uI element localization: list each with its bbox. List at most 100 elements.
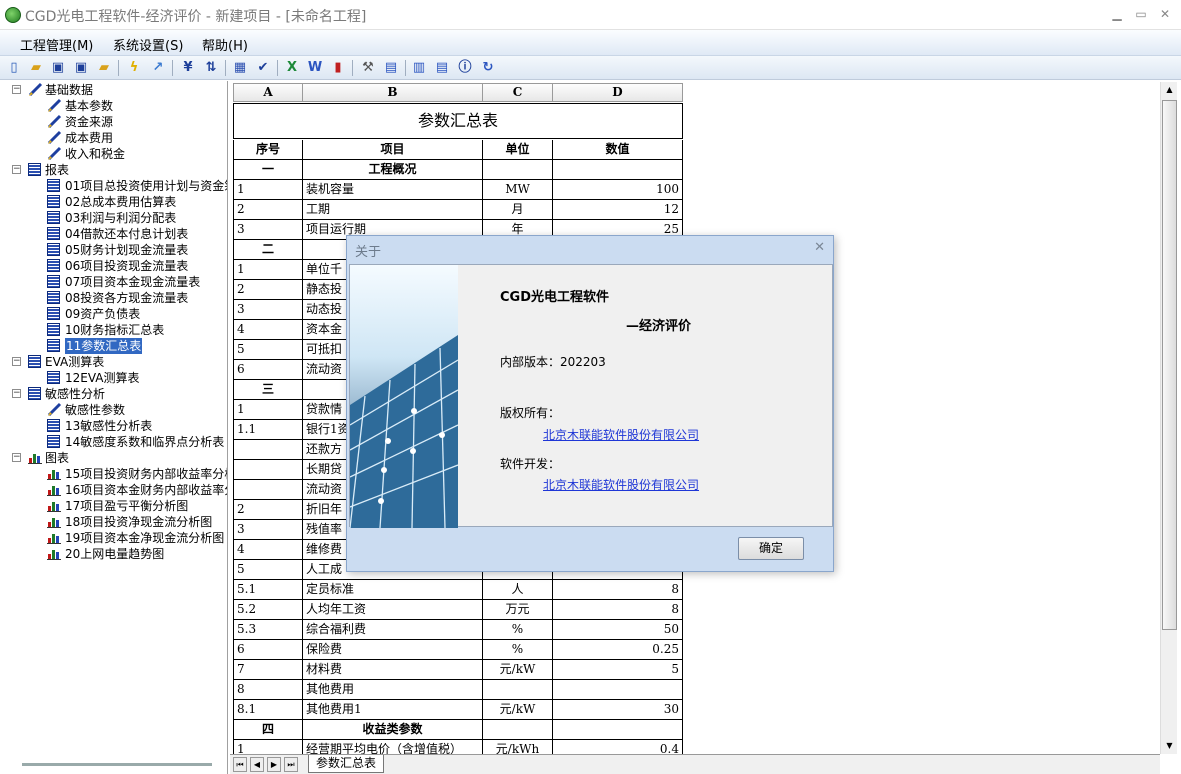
cell-index[interactable] — [233, 480, 303, 500]
vertical-scrollbar[interactable]: ▲ ▼ — [1160, 82, 1177, 754]
cell-unit[interactable]: % — [483, 640, 553, 660]
book-icon[interactable]: ▥ — [411, 60, 427, 76]
tree-item[interactable]: 13敏感性分析表 — [0, 418, 227, 434]
collapse-icon[interactable]: − — [12, 357, 21, 366]
save-icon[interactable]: ▣ — [50, 60, 66, 76]
tree-item[interactable]: 04借款还本付息计划表 — [0, 226, 227, 242]
cell-index[interactable]: 6 — [233, 640, 303, 660]
ok-button[interactable]: 确定 — [738, 537, 804, 560]
cell-index[interactable]: 2 — [233, 200, 303, 220]
excel-icon[interactable]: X — [284, 60, 300, 76]
copyright-link[interactable]: 北京木联能软件股份有限公司 — [543, 426, 699, 443]
developer-link[interactable]: 北京木联能软件股份有限公司 — [543, 476, 699, 493]
cell-index[interactable]: 5.2 — [233, 600, 303, 620]
cell-index[interactable]: 5.1 — [233, 580, 303, 600]
cell-item[interactable]: 其他费用 — [303, 680, 483, 700]
tree-scrollbar[interactable] — [22, 763, 212, 766]
cell-unit[interactable]: % — [483, 620, 553, 640]
scroll-up-icon[interactable]: ▲ — [1161, 82, 1178, 98]
menu-project[interactable]: 工程管理(M) — [20, 35, 93, 54]
cell-index[interactable]: 4 — [233, 320, 303, 340]
cell-item[interactable]: 工期 — [303, 200, 483, 220]
tree-item[interactable]: 20上网电量趋势图 — [0, 546, 227, 562]
cell-value[interactable]: 12 — [553, 200, 683, 220]
tree-group[interactable]: − 敏感性分析 — [0, 386, 227, 402]
folder-icon[interactable]: ▰ — [96, 60, 112, 76]
save-all-icon[interactable]: ▣ — [73, 60, 89, 76]
transfer-icon[interactable]: ⇅ — [203, 60, 219, 76]
tree-item[interactable]: 06项目投资现金流量表 — [0, 258, 227, 274]
new-file-icon[interactable]: ▯ — [6, 60, 22, 76]
word-icon[interactable]: W — [307, 60, 323, 76]
next-sheet-icon[interactable]: ▶ — [267, 757, 281, 772]
tree-item[interactable]: 02总成本费用估算表 — [0, 194, 227, 210]
tree-item[interactable]: 敏感性参数 — [0, 402, 227, 418]
cell-index[interactable]: 二 — [233, 240, 303, 260]
tree-item[interactable]: 16项目资本金财务内部收益率分 — [0, 482, 227, 498]
collapse-icon[interactable]: − — [12, 165, 21, 174]
dialog-close-icon[interactable]: ✕ — [814, 240, 825, 255]
cell-item[interactable]: 收益类参数 — [303, 720, 483, 740]
tree-group[interactable]: − EVA测算表 — [0, 354, 227, 370]
cell-index[interactable]: 6 — [233, 360, 303, 380]
trend-icon[interactable]: ↗ — [150, 60, 166, 76]
cell-index[interactable]: 5.3 — [233, 620, 303, 640]
cell-item[interactable]: 其他费用1 — [303, 700, 483, 720]
cell-item[interactable]: 材料费 — [303, 660, 483, 680]
column-header-c[interactable]: C — [482, 83, 553, 102]
calculate-icon[interactable]: ϟ — [126, 60, 142, 76]
cell-item[interactable]: 保险费 — [303, 640, 483, 660]
tree-item[interactable]: 成本费用 — [0, 130, 227, 146]
cell-value[interactable]: 5 — [553, 660, 683, 680]
cell-value[interactable]: 8 — [553, 580, 683, 600]
check-icon[interactable]: ✔ — [255, 60, 271, 76]
collapse-icon[interactable]: − — [12, 85, 21, 94]
scroll-down-icon[interactable]: ▼ — [1161, 738, 1178, 754]
cell-index[interactable]: 4 — [233, 540, 303, 560]
cell-index[interactable]: 1 — [233, 180, 303, 200]
cell-index[interactable]: 一 — [233, 160, 303, 180]
tree-item[interactable]: 18项目投资净现金流分析图 — [0, 514, 227, 530]
tree-group[interactable]: − 报表 — [0, 162, 227, 178]
tree-group[interactable]: − 基础数据 — [0, 82, 227, 98]
cell-item[interactable]: 人均年工资 — [303, 600, 483, 620]
refresh-icon[interactable]: ↻ — [480, 60, 496, 76]
column-header-b[interactable]: B — [302, 83, 483, 102]
open-folder-icon[interactable]: ▰ — [28, 60, 44, 76]
maximize-button[interactable]: ▭ — [1130, 4, 1152, 24]
tree-item[interactable]: 05财务计划现金流量表 — [0, 242, 227, 258]
cell-item[interactable]: 定员标准 — [303, 580, 483, 600]
cell-value[interactable]: 0.25 — [553, 640, 683, 660]
tree-item[interactable]: 01项目总投资使用计划与资金筹 — [0, 178, 227, 194]
tree-item[interactable]: 11参数汇总表 — [0, 338, 227, 354]
tree-item[interactable]: 19项目资本金净现金流分析图 — [0, 530, 227, 546]
cell-index[interactable]: 1.1 — [233, 420, 303, 440]
cell-index[interactable]: 3 — [233, 220, 303, 240]
cell-index[interactable]: 1 — [233, 260, 303, 280]
currency-icon[interactable]: ¥ — [180, 60, 196, 76]
tree-item[interactable]: 收入和税金 — [0, 146, 227, 162]
cell-index[interactable]: 3 — [233, 300, 303, 320]
cell-unit[interactable]: 元/kW — [483, 660, 553, 680]
menu-settings[interactable]: 系统设置(S) — [113, 35, 183, 54]
cell-value[interactable]: 30 — [553, 700, 683, 720]
cell-index[interactable] — [233, 460, 303, 480]
scroll-thumb[interactable] — [1162, 100, 1177, 630]
cell-index[interactable]: 5 — [233, 560, 303, 580]
cell-index[interactable]: 1 — [233, 400, 303, 420]
tree-item[interactable]: 15项目投资财务内部收益率分析 — [0, 466, 227, 482]
column-header-d[interactable]: D — [552, 83, 683, 102]
tree-item[interactable]: 资金来源 — [0, 114, 227, 130]
tree-item[interactable]: 17项目盈亏平衡分析图 — [0, 498, 227, 514]
sheet-tab[interactable]: 参数汇总表 — [308, 755, 384, 773]
cell-unit[interactable] — [483, 720, 553, 740]
cell-index[interactable]: 2 — [233, 280, 303, 300]
first-sheet-icon[interactable]: ⏮ — [233, 757, 247, 772]
tree-item[interactable]: 08投资各方现金流量表 — [0, 290, 227, 306]
calendar-icon[interactable]: ▦ — [232, 60, 248, 76]
cell-index[interactable]: 三 — [233, 380, 303, 400]
tree-item[interactable]: 09资产负债表 — [0, 306, 227, 322]
header-cell-item[interactable]: 项目 — [303, 140, 483, 160]
minimize-button[interactable]: ▁ — [1106, 4, 1128, 24]
tree-item[interactable]: 10财务指标汇总表 — [0, 322, 227, 338]
